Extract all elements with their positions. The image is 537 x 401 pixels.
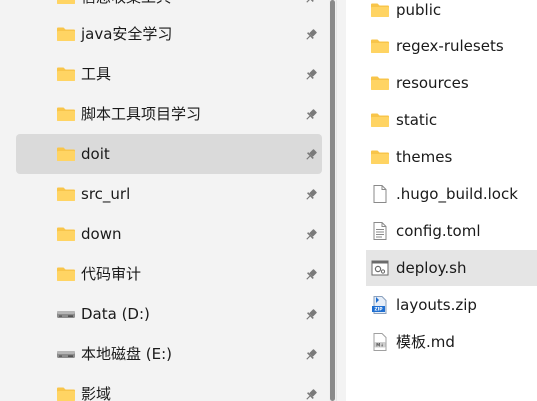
nav-scrollbar[interactable]: [329, 0, 336, 401]
pin-icon[interactable]: [304, 187, 318, 201]
nav-item-label: 影域: [81, 385, 112, 401]
nav-item-label: 脚本工具项目学习: [81, 105, 202, 123]
folder-icon: [56, 66, 76, 82]
file-item-label: resources: [396, 74, 469, 92]
nav-scrollbar-thumb[interactable]: [330, 0, 335, 401]
nav-item-java-security[interactable]: java安全学习: [16, 14, 322, 54]
file-item-template-md[interactable]: M↓ 模板.md: [366, 324, 537, 360]
file-item-label: public: [396, 1, 442, 19]
folder-icon: [56, 386, 76, 401]
nav-item-label: down: [81, 225, 122, 243]
pin-icon[interactable]: [304, 107, 318, 121]
drive-icon: [56, 346, 76, 362]
pin-icon[interactable]: [304, 307, 318, 321]
nav-item-drive-d[interactable]: Data (D:): [16, 294, 322, 334]
pin-icon[interactable]: [304, 0, 318, 4]
folder-icon: [370, 36, 390, 56]
pin-icon[interactable]: [304, 27, 318, 41]
folder-icon: [370, 0, 390, 20]
svg-text:ZIP: ZIP: [374, 307, 383, 313]
folder-icon: [56, 226, 76, 242]
file-item-label: .hugo_build.lock: [396, 185, 518, 203]
file-item-label: themes: [396, 148, 453, 166]
nav-item-doit[interactable]: doit: [16, 134, 322, 174]
nav-item-label: java安全学习: [81, 25, 173, 43]
file-item-deploy-sh[interactable]: deploy.sh: [366, 250, 537, 286]
nav-item-label: 代码审计: [81, 265, 142, 283]
text-file-icon: [370, 221, 390, 241]
nav-item-src-url[interactable]: src_url: [16, 174, 322, 214]
navigation-pane: 信息收集工具 java安全学习 工具 脚本工具项目学习 doit src_url: [0, 0, 336, 401]
zip-file-icon: ZIP: [370, 295, 390, 315]
markdown-file-icon: M↓: [370, 332, 390, 352]
nav-item-drive-e[interactable]: 本地磁盘 (E:): [16, 334, 322, 374]
file-item-label: deploy.sh: [396, 259, 467, 277]
folder-icon: [56, 106, 76, 122]
pane-divider[interactable]: [336, 0, 346, 401]
drive-icon: [56, 306, 76, 322]
file-explorer-window: 信息收集工具 java安全学习 工具 脚本工具项目学习 doit src_url: [0, 0, 537, 401]
nav-item-script-tools[interactable]: 脚本工具项目学习: [16, 94, 322, 134]
nav-item-down[interactable]: down: [16, 214, 322, 254]
pin-icon[interactable]: [304, 387, 318, 401]
file-item-resources[interactable]: resources: [366, 65, 537, 101]
folder-icon: [370, 147, 390, 167]
script-file-icon: [370, 258, 390, 278]
file-item-config-toml[interactable]: config.toml: [366, 213, 537, 249]
nav-item-yingyu[interactable]: 影域: [16, 374, 322, 401]
folder-icon: [56, 26, 76, 42]
nav-item-label: Data (D:): [81, 305, 150, 323]
file-item-static[interactable]: static: [366, 102, 537, 138]
file-item-regex-rulesets[interactable]: regex-rulesets: [366, 28, 537, 64]
nav-item-label: doit: [81, 145, 110, 163]
folder-icon: [56, 186, 76, 202]
file-item-label: config.toml: [396, 222, 481, 240]
folder-icon: [56, 0, 76, 5]
folder-icon: [56, 266, 76, 282]
nav-item-code-audit[interactable]: 代码审计: [16, 254, 322, 294]
file-item-label: layouts.zip: [396, 296, 477, 314]
file-item-hugo-build-lock[interactable]: .hugo_build.lock: [366, 176, 537, 212]
file-item-layouts-zip[interactable]: ZIP layouts.zip: [366, 287, 537, 323]
pin-icon[interactable]: [304, 67, 318, 81]
pin-icon[interactable]: [304, 347, 318, 361]
file-item-label: 模板.md: [396, 333, 455, 351]
file-item-label: static: [396, 111, 438, 129]
blank-file-icon: [370, 184, 390, 204]
folder-icon: [370, 73, 390, 93]
pin-icon[interactable]: [304, 147, 318, 161]
nav-item-label: 工具: [81, 65, 112, 83]
folder-icon: [56, 146, 76, 162]
folder-icon: [370, 110, 390, 130]
file-item-themes[interactable]: themes: [366, 139, 537, 175]
file-item-public[interactable]: public: [366, 0, 537, 28]
nav-item-label: 本地磁盘 (E:): [81, 345, 173, 363]
file-list: public regex-rulesets resources static t…: [346, 0, 537, 401]
nav-item-tools[interactable]: 工具: [16, 54, 322, 94]
pin-icon[interactable]: [304, 227, 318, 241]
file-item-label: regex-rulesets: [396, 37, 504, 55]
nav-item-label: src_url: [81, 185, 131, 203]
svg-text:M↓: M↓: [376, 342, 384, 347]
pin-icon[interactable]: [304, 267, 318, 281]
